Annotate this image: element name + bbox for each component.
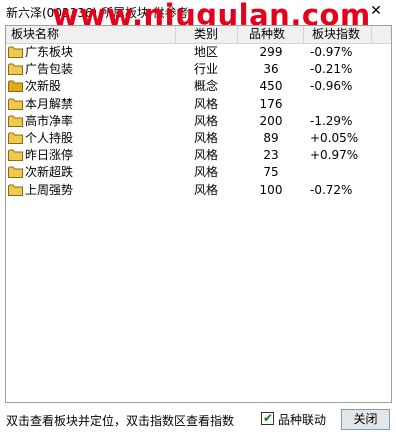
sector-category: 概念 [194,79,219,94]
sector-index[interactable]: +0.05% [310,130,358,147]
sector-category: 行业 [194,62,219,77]
sector-name: 昨日涨停 [25,148,74,163]
sector-index[interactable]: +0.97% [310,147,358,164]
sector-index[interactable]: -0.97% [310,44,352,61]
folder-icon [8,149,23,162]
list-item[interactable]: 次新超跌 风格 75 [6,164,391,181]
sector-name: 上周强势 [25,182,74,197]
header-sector-name[interactable]: 板块名称 [6,26,176,43]
checkbox-box[interactable]: ✔ [261,411,274,425]
list-rows: 广东板块 地区 299 -0.97% 广告包装 行业 36 -0.21% 次新股 概念 450 -0.… [6,44,391,199]
sector-list[interactable]: 板块名称 类别 品种数 板块指数 广东板块 地区 299 -0.97% 广告包装 行业 36… [5,25,392,403]
sector-count: 176 [259,96,283,111]
status-bar: 双击查看板块并定位，双击指数区查看指数 ✔ 品种联动 关闭 [0,404,396,436]
sector-count: 23 [263,148,279,163]
list-item[interactable]: 广告包装 行业 36 -0.21% [6,61,391,78]
header-category[interactable]: 类别 [176,26,238,43]
check-icon: ✔ [263,411,274,425]
close-icon[interactable]: ✕ [366,2,386,20]
sector-index[interactable]: -0.21% [310,61,352,78]
sector-count: 100 [259,182,283,197]
sector-name: 个人持股 [25,130,74,145]
sector-index[interactable]: -1.29% [310,113,352,130]
folder-icon [8,46,23,58]
sector-count: 450 [259,79,283,94]
list-item[interactable]: 广东板块 地区 299 -0.97% [6,44,391,61]
sector-index[interactable]: -0.72% [310,182,352,199]
sector-dialog: 新六泽(002336) 所属板块 供参考 www.niugulan.com ✕ … [0,0,396,436]
sector-category: 风格 [194,165,219,180]
close-button[interactable]: 关闭 [341,409,390,430]
header-count[interactable]: 品种数 [238,26,304,43]
sector-name: 广告包装 [25,62,74,77]
sector-count: 75 [263,165,279,180]
folder-icon [8,98,23,110]
list-item[interactable]: 本月解禁 风格 176 [6,96,391,113]
sector-name: 次新超跌 [25,165,74,180]
linkage-label[interactable]: 品种联动 [278,411,326,428]
folder-icon [8,80,23,93]
list-item[interactable]: 昨日涨停 风格 23 +0.97% [6,147,391,164]
sector-category: 风格 [194,148,219,163]
sector-count: 200 [259,113,283,128]
header-index[interactable]: 板块指数 [304,26,372,43]
sector-name: 本月解禁 [25,96,74,111]
folder-icon [8,132,23,144]
list-item[interactable]: 个人持股 风格 89 +0.05% [6,130,391,147]
sector-category: 风格 [194,182,219,197]
sector-count: 299 [259,45,283,59]
folder-icon [8,184,23,196]
list-item[interactable]: 高市净率 风格 200 -1.29% [6,113,391,130]
hint-text: 双击查看板块并定位，双击指数区查看指数 [6,414,235,428]
sector-name: 次新股 [25,79,62,94]
sector-category: 地区 [194,45,219,59]
folder-icon [8,63,23,76]
folder-icon [8,166,23,179]
title-bar[interactable]: 新六泽(002336) 所属板块 供参考 www.niugulan.com ✕ [0,0,396,32]
sector-count: 89 [263,130,279,145]
sector-name: 广东板块 [25,45,74,59]
sector-category: 风格 [194,96,219,111]
sector-index[interactable]: -0.96% [310,78,352,95]
list-item[interactable]: 次新股 概念 450 -0.96% [6,78,391,95]
list-header: 板块名称 类别 品种数 板块指数 [6,26,391,44]
list-item[interactable]: 上周强势 风格 100 -0.72% [6,182,391,199]
folder-icon [8,115,23,127]
sector-category: 风格 [194,113,219,128]
sector-count: 36 [263,62,279,77]
sector-name: 高市净率 [25,113,74,128]
sector-category: 风格 [194,130,219,145]
